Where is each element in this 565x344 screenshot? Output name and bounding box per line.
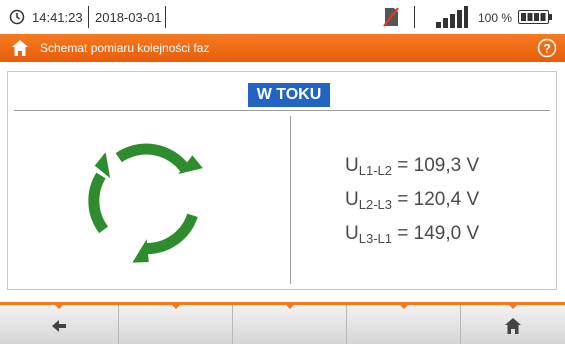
home-icon[interactable]	[11, 39, 29, 57]
softkey-button[interactable]	[233, 304, 347, 344]
measurement-panel: W TOKU UL1-L2 = 109,3 V UL2-L3 = 120,4 V…	[7, 71, 557, 290]
softkey-button[interactable]	[119, 304, 233, 344]
signal-bars-icon	[436, 6, 468, 28]
battery-percent: 100 %	[478, 11, 513, 25]
status-badge: W TOKU	[248, 83, 330, 107]
back-button[interactable]	[0, 304, 119, 344]
time: 14:41:23	[32, 10, 83, 25]
battery-icon	[518, 10, 552, 24]
notch	[284, 304, 295, 309]
bottom-toolbar	[0, 302, 565, 344]
page-title: Schemat pomiaru kolejności faz	[40, 41, 210, 55]
divider	[290, 116, 291, 284]
divider	[165, 6, 166, 28]
back-arrow-icon	[52, 320, 66, 332]
date: 2018-03-01	[95, 10, 162, 25]
svg-text:?: ?	[543, 42, 550, 56]
phase-rotation-clockwise-icon	[88, 143, 203, 263]
status-bar: 14:41:23 2018-03-01 100 %	[0, 0, 565, 34]
notch	[398, 304, 409, 309]
clock-icon	[9, 9, 25, 25]
divider	[88, 6, 89, 28]
softkey-button[interactable]	[347, 304, 461, 344]
notch	[54, 304, 64, 309]
divider	[414, 6, 415, 28]
help-icon[interactable]: ?	[537, 38, 557, 58]
home-button[interactable]	[461, 304, 565, 344]
title-bar: Schemat pomiaru kolejności faz ?	[0, 34, 565, 62]
notch	[508, 304, 518, 309]
home-icon	[505, 318, 521, 334]
voltage-reading: UL1-L2 = 109,3 V	[345, 155, 480, 178]
no-sim-icon	[383, 7, 399, 27]
voltage-reading: UL2-L3 = 120,4 V	[345, 189, 480, 212]
notch	[170, 304, 181, 309]
divider	[14, 110, 550, 111]
voltage-reading: UL3-L1 = 149,0 V	[345, 223, 480, 246]
